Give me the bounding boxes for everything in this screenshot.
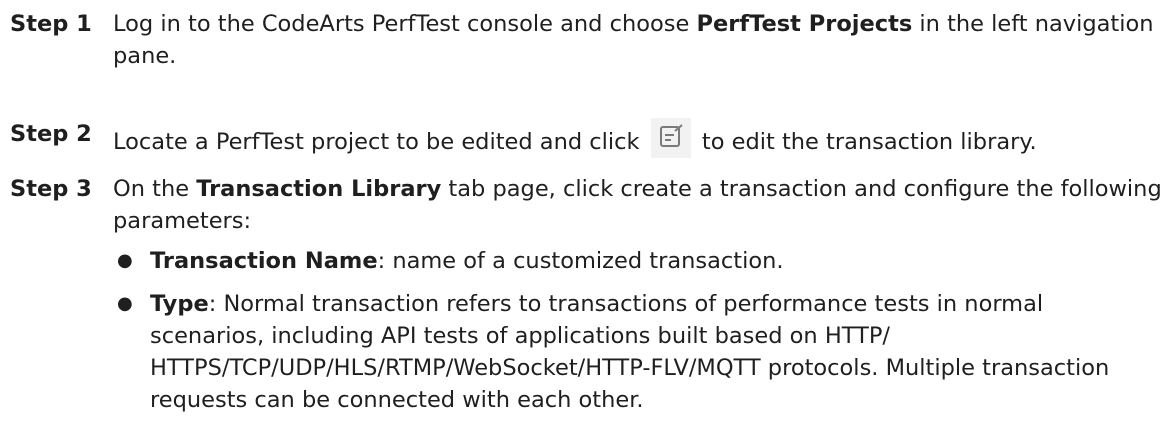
- text-run: Log in to the CodeArts PerfTest console …: [113, 11, 697, 37]
- step-intro: On the Transaction Library tab page, cli…: [113, 173, 1163, 237]
- step-label: Step 1: [10, 11, 92, 37]
- ui-term-transaction-library: Transaction Library: [196, 176, 442, 202]
- step-text: On the Transaction Library tab page, cli…: [113, 173, 1163, 427]
- ui-term-perftest-projects: PerfTest Projects: [696, 11, 913, 37]
- step-label: Step 3: [10, 176, 92, 202]
- text-run: Locate a PerfTest project to be edited a…: [113, 129, 647, 155]
- text-run: On the: [113, 176, 197, 202]
- step-text: Log in to the CodeArts PerfTest console …: [113, 8, 1163, 72]
- bullet-icon: ●: [117, 293, 133, 314]
- bullet-icon: ●: [117, 250, 133, 271]
- param-desc: : name of a customized transaction.: [377, 248, 784, 274]
- parameter-list: ● Transaction Name: name of a customized…: [113, 245, 1163, 416]
- step-text: Locate a PerfTest project to be edited a…: [113, 118, 1163, 158]
- param-term: Transaction Name: [150, 248, 378, 274]
- param-desc: : Normal transaction refers to transacti…: [150, 291, 1110, 413]
- step-label: Step 2: [10, 121, 92, 147]
- param-term: Type: [150, 291, 209, 317]
- text-run: to edit the transaction library.: [694, 129, 1037, 155]
- list-item: ● Transaction Name: name of a customized…: [113, 245, 1163, 277]
- list-item: ● Type: Normal transaction refers to tra…: [113, 288, 1163, 416]
- document-page: Step 1 Log in to the CodeArts PerfTest c…: [0, 0, 1170, 428]
- edit-icon: [650, 118, 691, 158]
